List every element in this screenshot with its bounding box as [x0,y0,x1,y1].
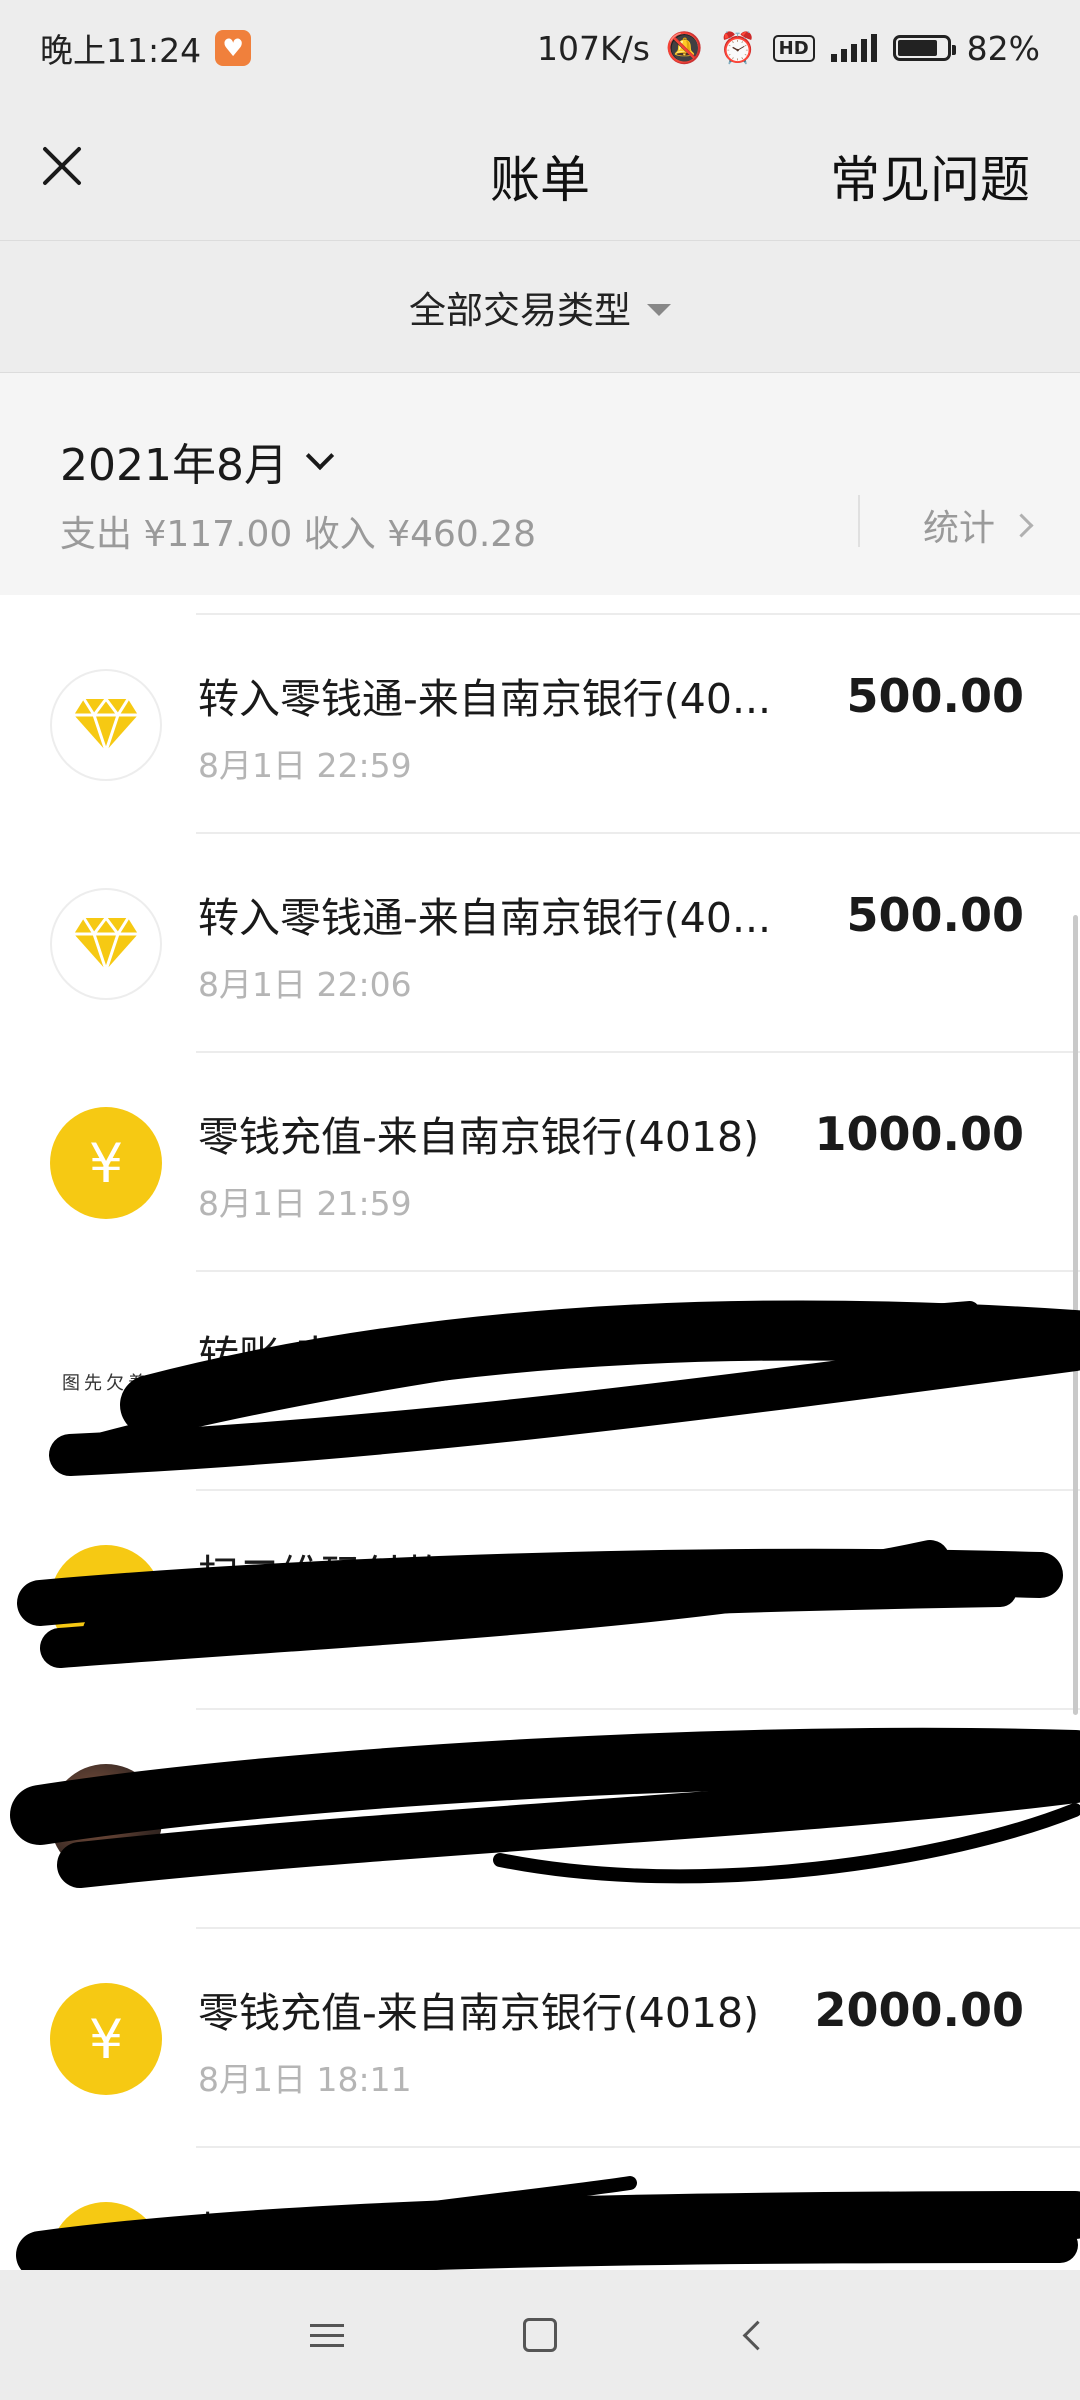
avatar: ♥ [50,1545,162,1657]
chevron-down-icon [305,441,335,471]
scrollbar[interactable] [1073,915,1078,1715]
transaction-row[interactable]: 转入零钱通-来自南京银行(40... 8月1日 22:06 500.00 [0,834,1080,1053]
status-bar: 晚上11:24 ♥ 107K/s 🔕 ⏰ HD 82% [0,0,1080,96]
transaction-time: 8月1日 18:11 [198,2060,412,2099]
divider [858,495,860,547]
transaction-list[interactable]: 转入零钱通-来自南京银行(40... 8月1日 22:59 500.00 转入零… [0,595,1080,2270]
chevron-right-icon [1009,512,1034,538]
diamond-icon [50,669,162,781]
transaction-title: 零钱充值-来自南京银行(4018) [198,1989,760,2037]
month-summary-header: 2021年8月 支出 ¥117.00 收入 ¥460.28 统计 [0,373,1080,595]
clock: 晚上11:24 [40,31,202,70]
faq-button[interactable]: 常见问题 [830,140,1030,212]
signal-icon [830,34,877,62]
stats-label: 统计 [922,508,995,549]
transaction-title: 零钱充值-来自南京银行(4018) [198,1113,760,1161]
app-notification-icon: ♥ [215,30,252,66]
diamond-icon [50,888,162,1000]
transaction-amount: 500.00 [846,888,1024,942]
month-label: 2021年8月 [60,440,288,491]
transaction-amount: 500.00 [846,669,1024,723]
dropdown-arrow-icon [647,303,671,316]
transaction-time: 8月1日 22:59 [198,746,412,785]
transaction-amount: 00.00 [878,1326,1024,1380]
yen-icon: ¥ [50,2202,162,2270]
transaction-title: 转账-来自银行 [198,1332,459,1380]
menu-icon [309,2323,344,2347]
alarm-icon: ⏰ [719,30,757,66]
transaction-row[interactable]: ♥ 扫二维码付款 [0,1491,1080,1710]
transaction-title: 扫 [198,1770,239,1818]
transaction-time: 8月1日 21:59 [198,1184,412,1223]
yen-icon: ¥ [50,1983,162,2095]
transaction-row[interactable]: 扫 [0,1710,1080,1929]
filter-label: 全部交易类型 [409,288,631,332]
transaction-time: 8月1日 22:06 [198,965,412,1004]
home-button[interactable] [500,2295,580,2375]
home-icon [522,2318,557,2352]
battery-icon [892,35,956,61]
transaction-title: 扫二维码付款 [198,1551,444,1599]
hd-icon: HD [772,34,815,62]
transaction-title: 转入零钱通-来自南京银行(40... [198,675,772,723]
transaction-title: 转入零钱通-来自南京银行(40... [198,894,772,942]
stats-button[interactable]: 统计 [922,499,1034,551]
placeholder-avatar: 图先欠着 [50,1326,162,1438]
system-nav-bar [0,2270,1080,2400]
network-speed: 107K/s [536,28,650,68]
photo-avatar [50,1764,162,1876]
transaction-row[interactable]: 图先欠着 转账-来自银行 00.00 [0,1272,1080,1491]
battery-percent: 82% [966,28,1040,68]
back-icon [742,2320,773,2350]
transaction-type-filter[interactable]: 全部交易类型 [0,241,1080,373]
transaction-amount: 1000.00 [814,1107,1024,1161]
transaction-amount: 2000.00 [814,1983,1024,2037]
yen-icon: ¥ [50,1107,162,1219]
transaction-row[interactable]: 转入零钱通-来自南京银行(40... 8月1日 22:59 500.00 [0,615,1080,834]
transaction-title: 扫 [198,2208,239,2256]
transaction-row[interactable]: ¥ 零钱充值-来自南京银行(4018) 8月1日 18:11 2000.00 [0,1929,1080,2148]
mute-icon: 🔕 [665,30,704,66]
month-selector[interactable]: 2021年8月 [60,429,335,493]
top-nav-bar: 账单 常见问题 [0,96,1080,241]
back-button[interactable] [713,2295,793,2375]
transaction-row[interactable]: ¥ 扫 [0,2148,1080,2270]
transaction-row[interactable]: ¥ 零钱充值-来自南京银行(4018) 8月1日 21:59 1000.00 [0,1053,1080,1272]
month-income-expense: 支出 ¥117.00 收入 ¥460.28 [60,514,537,555]
menu-button[interactable] [287,2295,367,2375]
